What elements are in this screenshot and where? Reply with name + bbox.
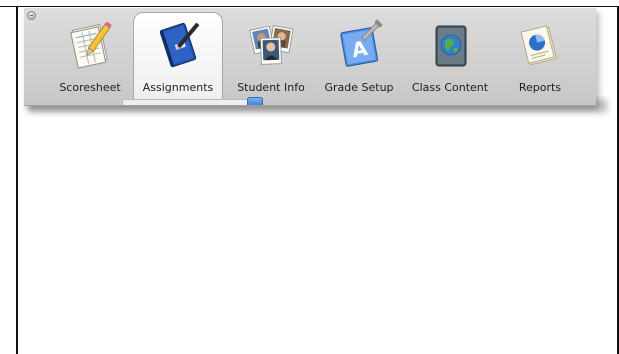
window-collapse-button[interactable] — [27, 11, 36, 20]
border-top — [0, 6, 619, 7]
search-field-button[interactable] — [247, 97, 263, 105]
class-content-globe-icon — [423, 18, 477, 72]
grade-setup-icon: A — [332, 18, 386, 72]
tab-grade-setup[interactable]: A Grade Setup — [318, 8, 400, 105]
app-toolbar: Scoresheet Assignments Student Info A Gr… — [24, 8, 596, 106]
tab-label: Grade Setup — [324, 81, 394, 94]
scoresheet-icon — [63, 18, 117, 72]
tab-label: Scoresheet — [59, 81, 121, 94]
tab-student-info[interactable]: Student Info — [229, 8, 313, 105]
border-left — [16, 6, 18, 354]
student-photos-icon — [244, 18, 298, 72]
tab-label: Reports — [518, 81, 562, 94]
tab-scoresheet[interactable]: Scoresheet — [53, 8, 127, 105]
assignments-notebook-icon — [151, 18, 205, 72]
tab-label: Student Info — [237, 81, 305, 94]
reports-chart-icon — [513, 18, 567, 72]
tab-label: Assignments — [142, 81, 214, 94]
tab-reports[interactable]: Reports — [504, 8, 576, 105]
tab-class-content[interactable]: Class Content — [405, 8, 495, 105]
page: Scoresheet Assignments Student Info A Gr… — [0, 0, 619, 354]
search-field[interactable] — [122, 99, 252, 105]
tab-label: Class Content — [411, 81, 489, 94]
tab-assignments[interactable]: Assignments — [133, 8, 223, 105]
